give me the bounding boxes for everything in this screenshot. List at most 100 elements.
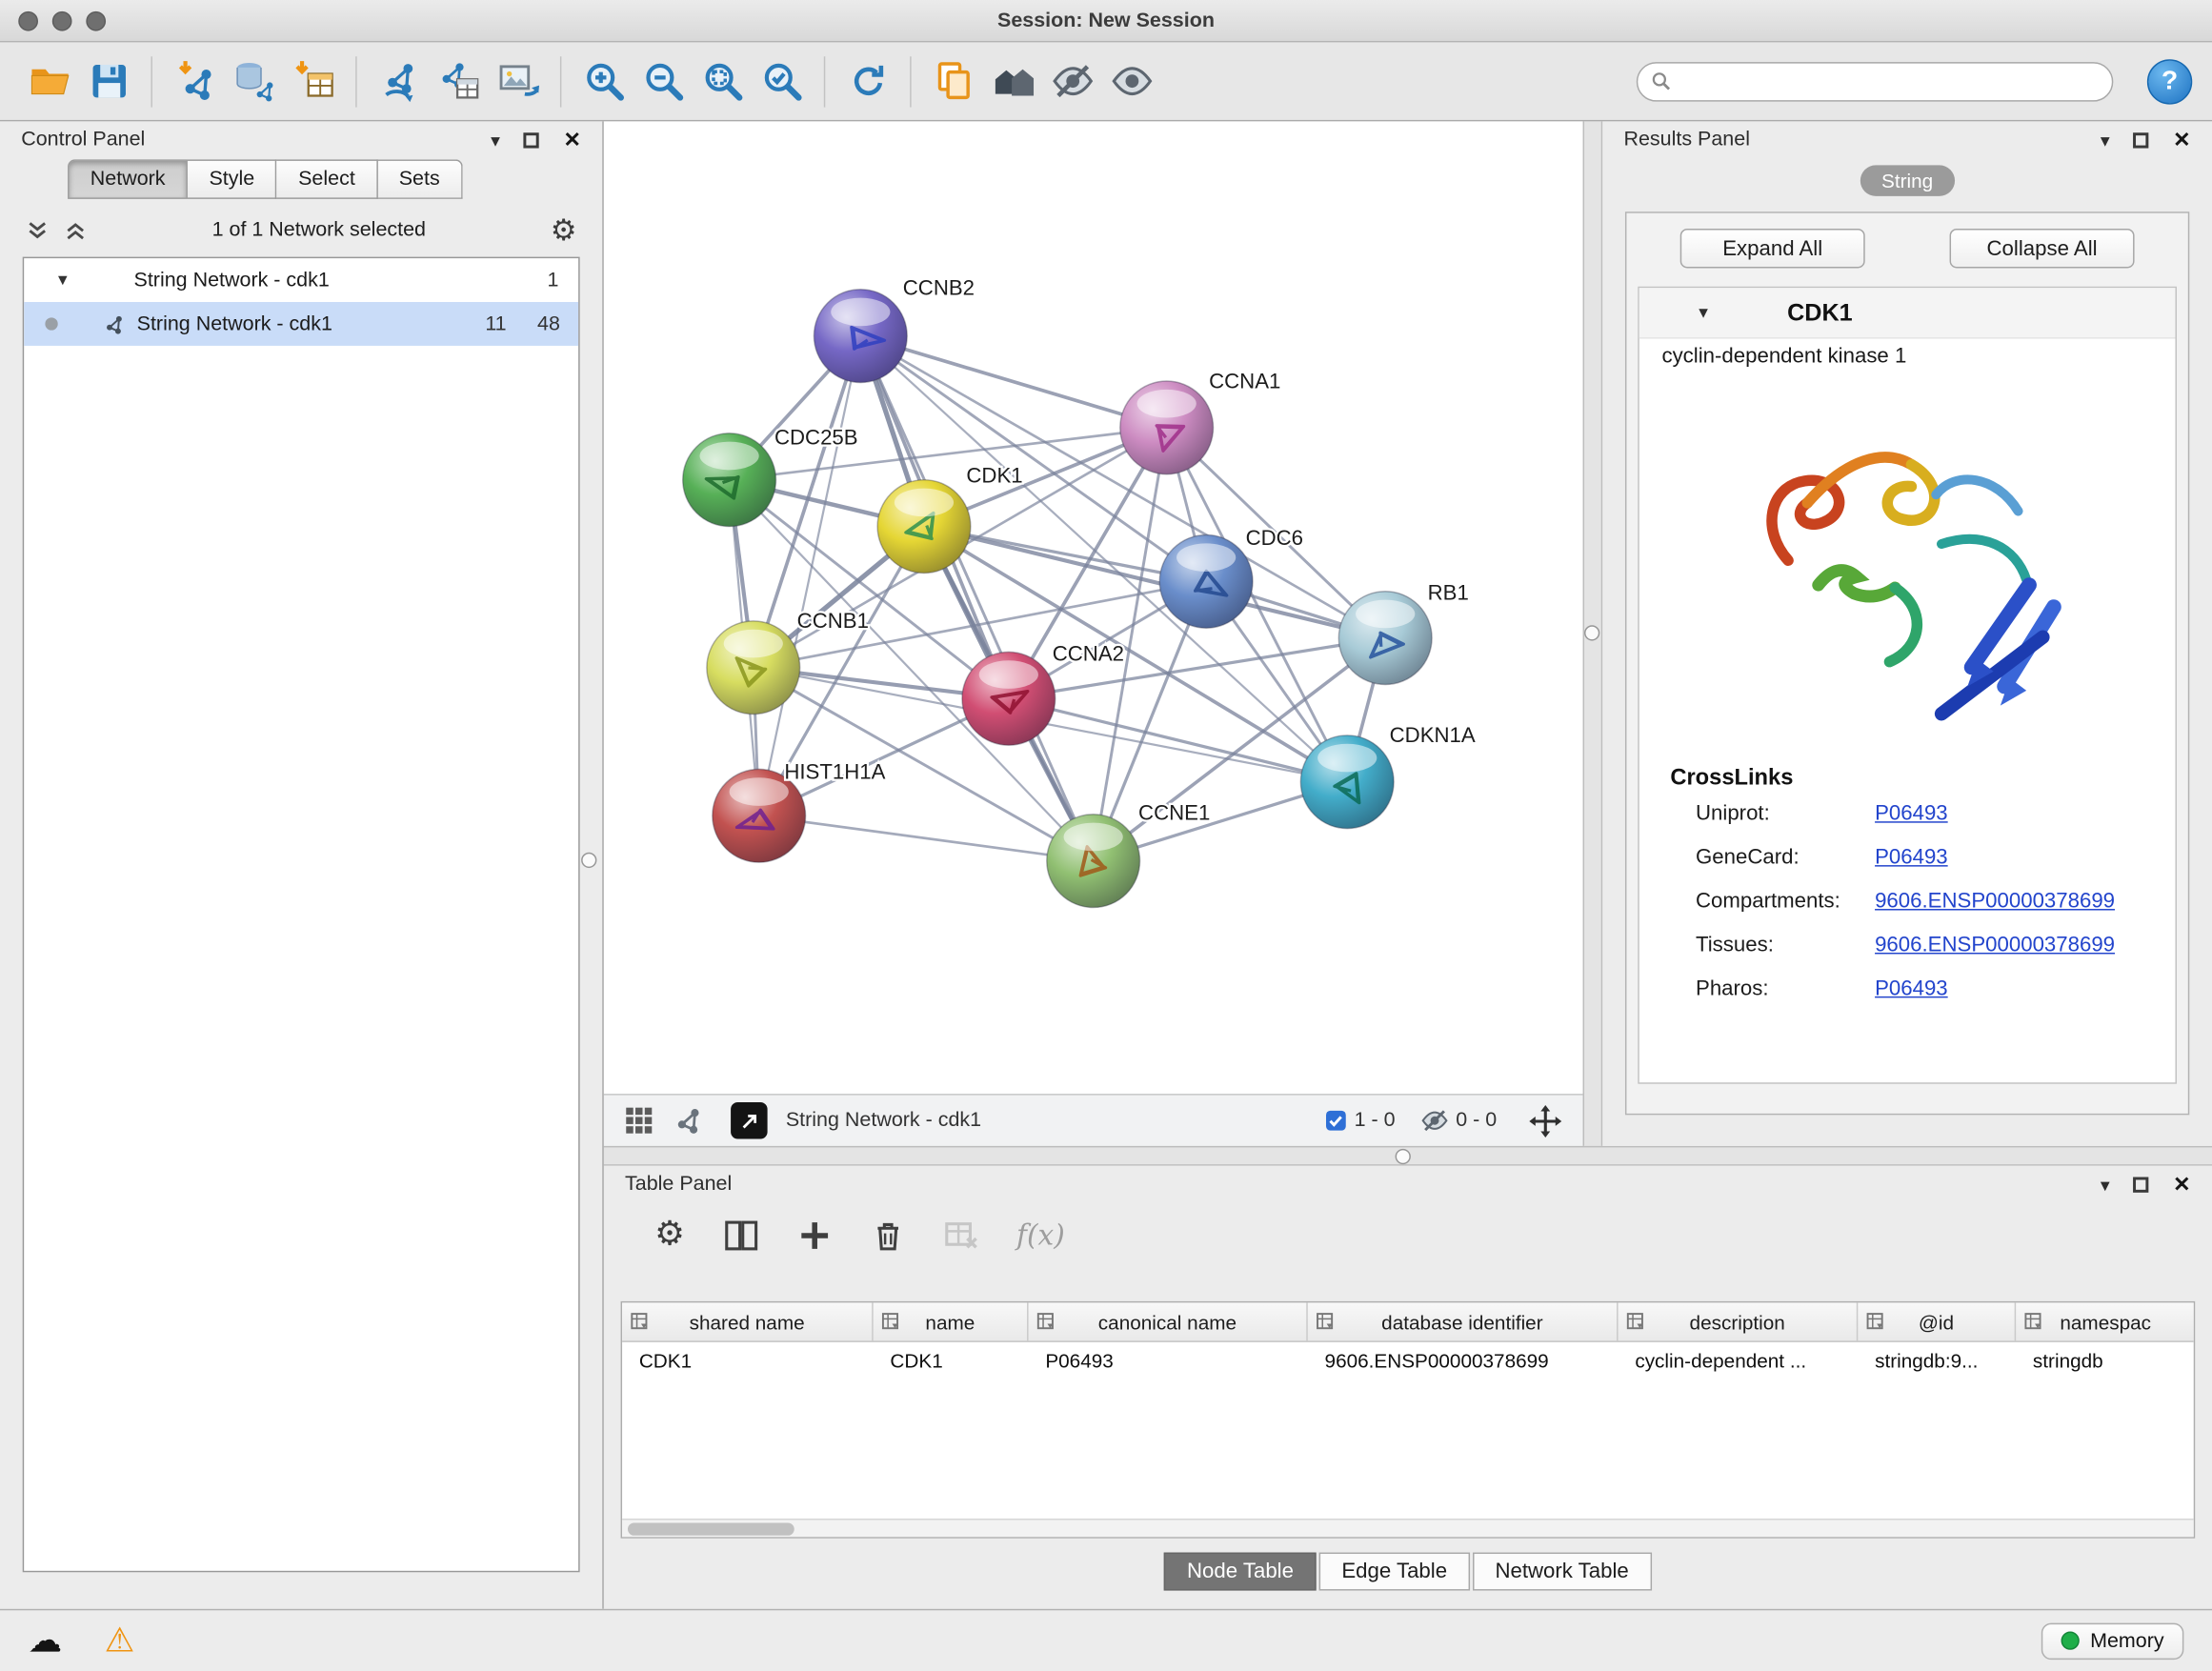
tab-network-table[interactable]: Network Table: [1473, 1553, 1652, 1591]
search-input[interactable]: [1680, 70, 2100, 92]
network-table-button[interactable]: [429, 50, 488, 112]
network-node-CCNB1[interactable]: CCNB1: [707, 609, 869, 714]
checkbox-icon[interactable]: [1324, 1109, 1347, 1132]
grid-view-icon[interactable]: [624, 1105, 655, 1137]
column-options-icon[interactable]: [1866, 1313, 1884, 1331]
show-graphics-button[interactable]: [1102, 50, 1161, 112]
splitter-handle[interactable]: [1396, 1149, 1411, 1164]
minimize-window-button[interactable]: [52, 11, 72, 31]
collapse-all-button[interactable]: Collapse All: [1950, 229, 2135, 268]
zoom-selected-button[interactable]: [752, 50, 811, 112]
network-node-RB1[interactable]: RB1: [1338, 581, 1468, 685]
column-header-namespac[interactable]: namespac: [2016, 1302, 2195, 1340]
tab-select[interactable]: Select: [277, 159, 378, 198]
column-header--id[interactable]: @id: [1858, 1302, 2016, 1340]
column-options-icon[interactable]: [631, 1313, 649, 1331]
tab-node-table[interactable]: Node Table: [1164, 1553, 1316, 1591]
edge-HIST1H1A-CCNE1[interactable]: [759, 815, 1094, 860]
zoom-fit-button[interactable]: [693, 50, 752, 112]
network-node-CCNA2[interactable]: CCNA2: [962, 641, 1124, 745]
home-button[interactable]: [983, 50, 1042, 112]
pan-tool-icon[interactable]: [1528, 1103, 1563, 1138]
tab-sets[interactable]: Sets: [378, 159, 463, 198]
collapse-section-icon[interactable]: ▼: [1696, 304, 1711, 321]
open-session-button[interactable]: [20, 50, 79, 112]
help-button[interactable]: ?: [2147, 58, 2192, 103]
search-box[interactable]: [1637, 61, 2114, 100]
tree-expand-icon[interactable]: ▼: [55, 272, 70, 289]
tab-network[interactable]: Network: [68, 159, 188, 198]
network-collection-row[interactable]: ▼ String Network - cdk1 1: [24, 258, 578, 302]
column-header-description[interactable]: description: [1619, 1302, 1859, 1340]
column-options-icon[interactable]: [882, 1313, 900, 1331]
eye-slash-icon[interactable]: [1420, 1106, 1449, 1135]
panel-menu-icon[interactable]: ▾: [491, 131, 500, 149]
column-header-name[interactable]: name: [874, 1302, 1029, 1340]
column-header-database-identifier[interactable]: database identifier: [1308, 1302, 1619, 1340]
tab-edge-table[interactable]: Edge Table: [1319, 1553, 1470, 1591]
network-node-HIST1H1A[interactable]: HIST1H1A: [713, 760, 886, 862]
network-node-CCNA1[interactable]: CCNA1: [1120, 369, 1281, 473]
documents-button[interactable]: [924, 50, 983, 112]
tab-style[interactable]: Style: [188, 159, 277, 198]
splitter-handle[interactable]: [1584, 625, 1599, 640]
table-cell[interactable]: 9606.ENSP00000378699: [1308, 1342, 1619, 1380]
column-options-icon[interactable]: [1036, 1313, 1055, 1331]
table-cell[interactable]: CDK1: [874, 1342, 1029, 1380]
expand-all-icon[interactable]: [64, 218, 88, 242]
protein-structure-image[interactable]: [1639, 380, 2176, 750]
splitter-handle[interactable]: [581, 853, 596, 868]
open-external-button[interactable]: [731, 1102, 768, 1139]
table-cell[interactable]: P06493: [1029, 1342, 1308, 1380]
horizontal-scrollbar[interactable]: [622, 1519, 2194, 1537]
network-view[interactable]: CCNB2CCNA1CDC25BCDK1CDC6RB1CCNB1CCNA2CDK…: [604, 121, 1583, 1094]
table-cell[interactable]: stringdb:9...: [1858, 1342, 2016, 1380]
crosslink-pharos[interactable]: P06493: [1875, 976, 1948, 1000]
table-cell[interactable]: stringdb: [2016, 1342, 2195, 1380]
collapse-all-icon[interactable]: [26, 218, 50, 242]
network-overview-icon[interactable]: [673, 1105, 704, 1137]
network-node-CDK1[interactable]: CDK1: [877, 464, 1023, 574]
panel-menu-icon[interactable]: ▾: [2101, 131, 2110, 149]
close-window-button[interactable]: [18, 11, 38, 31]
crosslink-genecard[interactable]: P06493: [1875, 845, 1948, 869]
edge-CCNB2-CCNA1[interactable]: [860, 336, 1166, 428]
network-row[interactable]: String Network - cdk1 11 48: [24, 302, 578, 346]
function-builder-icon[interactable]: f(x): [1016, 1218, 1065, 1252]
close-panel-icon[interactable]: ✕: [2173, 1174, 2191, 1195]
create-column-icon[interactable]: [796, 1218, 832, 1253]
show-columns-icon[interactable]: [723, 1218, 758, 1253]
string-tab-badge[interactable]: String: [1860, 165, 1955, 196]
float-panel-icon[interactable]: [2134, 1177, 2149, 1192]
column-header-canonical-name[interactable]: canonical name: [1029, 1302, 1308, 1340]
gear-icon[interactable]: ⚙: [551, 215, 577, 245]
crosslink-uniprot[interactable]: P06493: [1875, 801, 1948, 825]
zoom-in-button[interactable]: [574, 50, 633, 112]
memory-button[interactable]: Memory: [2041, 1622, 2183, 1660]
zoom-window-button[interactable]: [86, 11, 106, 31]
float-panel-icon[interactable]: [524, 132, 539, 148]
expand-all-button[interactable]: Expand All: [1680, 229, 1865, 268]
crosslink-compartments[interactable]: 9606.ENSP00000378699: [1875, 889, 2115, 913]
close-panel-icon[interactable]: ✕: [2173, 130, 2191, 151]
edge-CCNB2-CCNE1[interactable]: [860, 336, 1093, 861]
table-settings-icon[interactable]: ⚙: [654, 1218, 685, 1252]
save-session-button[interactable]: [79, 50, 138, 112]
column-options-icon[interactable]: [2024, 1313, 2042, 1331]
refresh-view-button[interactable]: [838, 50, 897, 112]
hide-graphics-button[interactable]: [1042, 50, 1101, 112]
delete-column-icon[interactable]: [870, 1218, 905, 1253]
float-panel-icon[interactable]: [2134, 132, 2149, 148]
crosslink-tissues[interactable]: 9606.ENSP00000378699: [1875, 933, 2115, 956]
column-header-shared-name[interactable]: shared name: [622, 1302, 874, 1340]
import-network-database-button[interactable]: [224, 50, 283, 112]
export-image-button[interactable]: [488, 50, 547, 112]
table-row[interactable]: CDK1CDK1P064939606.ENSP00000378699cyclin…: [622, 1342, 2194, 1380]
zoom-out-button[interactable]: [633, 50, 693, 112]
import-table-button[interactable]: [284, 50, 343, 112]
new-network-button[interactable]: [370, 50, 429, 112]
table-cell[interactable]: CDK1: [622, 1342, 874, 1380]
warning-icon[interactable]: ⚠: [105, 1623, 135, 1658]
network-node-CCNB2[interactable]: CCNB2: [814, 276, 975, 383]
column-options-icon[interactable]: [1317, 1313, 1335, 1331]
